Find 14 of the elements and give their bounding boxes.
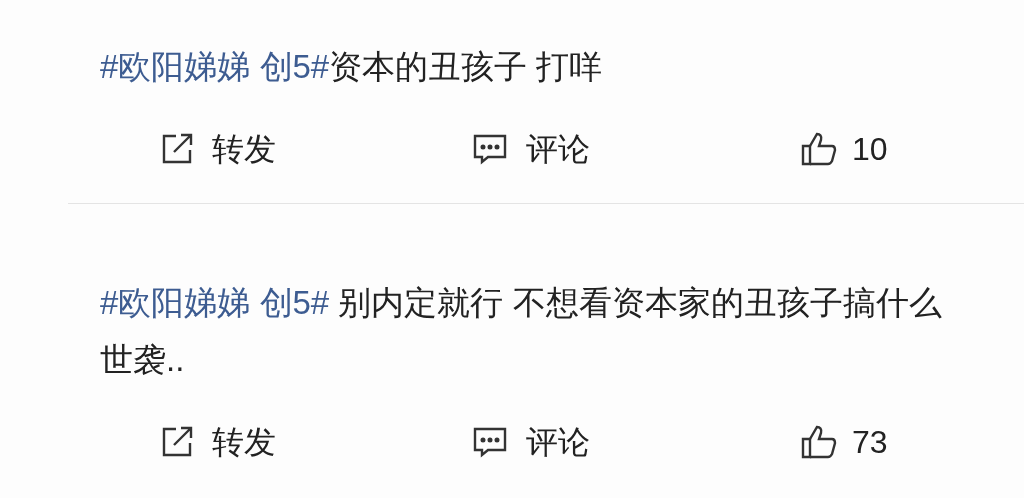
- comment-button[interactable]: 评论: [472, 418, 800, 466]
- like-button[interactable]: 10: [800, 125, 888, 173]
- comment-button[interactable]: 评论: [472, 125, 800, 173]
- share-button[interactable]: 转发: [160, 125, 472, 173]
- share-icon: [160, 425, 194, 459]
- share-button[interactable]: 转发: [160, 418, 472, 466]
- share-icon: [160, 132, 194, 166]
- thumbs-up-icon: [800, 424, 838, 460]
- comment-icon: [472, 133, 508, 165]
- thumbs-up-icon: [800, 131, 838, 167]
- comment-icon: [472, 426, 508, 458]
- post-text: #欧阳娣娣 创5#资本的丑孩子 打咩: [99, 47, 604, 87]
- like-button[interactable]: 73: [800, 418, 888, 466]
- post-text: #欧阳娣娣 创5# 别内定就行 不想看资本家的丑孩子搞什么世袭..: [99, 283, 943, 380]
